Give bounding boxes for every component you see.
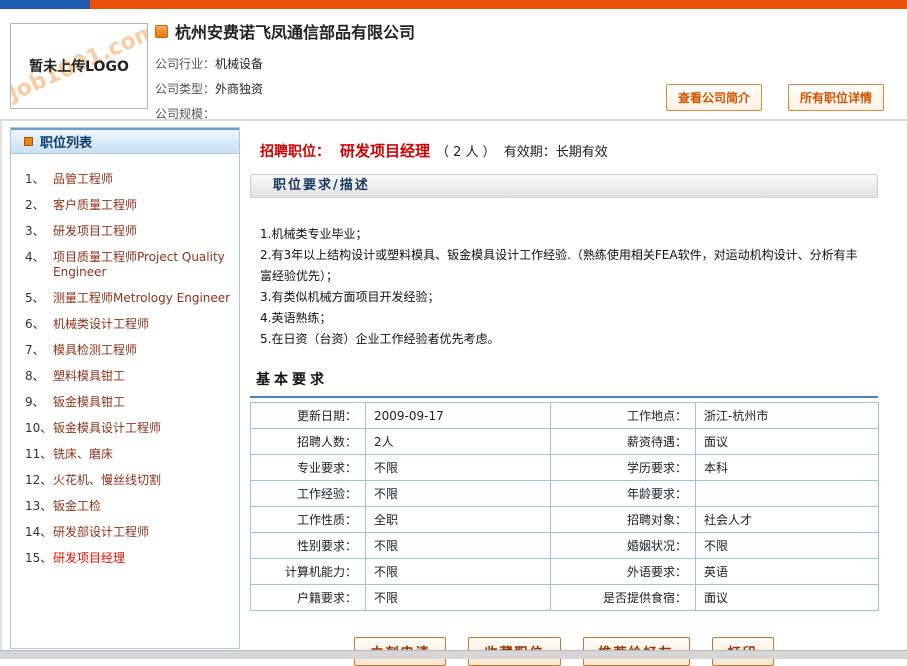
table-row: 性别要求： 不限 婚姻状况： 不限 xyxy=(251,533,879,559)
req-label: 年龄要求： xyxy=(551,481,696,507)
job-description-section-header: 职位要求/描述 xyxy=(250,174,878,198)
description-line: 4.英语熟练； xyxy=(260,308,868,329)
req-value: 不限 xyxy=(366,481,551,507)
sidebar-job-item-current[interactable]: 15、研发项目经理 xyxy=(25,546,231,572)
company-industry-value: 机械设备 xyxy=(215,57,263,71)
header-buttons: 查看公司简介 所有职位详情 xyxy=(666,84,884,111)
job-title: 研发项目经理 xyxy=(340,140,430,161)
job-headcount: （ 2 人 ） xyxy=(436,141,496,160)
table-row: 户籍要求： 不限 是否提供食宿： 面议 xyxy=(251,585,879,611)
company-type-row: 公司类型：外商独资 xyxy=(155,77,415,102)
job-list: 1、品管工程师 2、客户质量工程师 3、研发项目工程师 4、项目质量工程师Pro… xyxy=(11,154,239,572)
req-label: 婚姻状况： xyxy=(551,533,696,559)
company-logo-placeholder: Job1001.com 暂未上传LOGO xyxy=(10,23,148,109)
sidebar-job-item[interactable]: 7、模具检测工程师 xyxy=(25,338,231,364)
req-value: 2人 xyxy=(366,429,551,455)
company-industry-label: 公司行业： xyxy=(155,57,215,71)
req-value: 不限 xyxy=(366,533,551,559)
description-line: 5.在日资（台资）企业工作经验者优先考虑。 xyxy=(260,329,868,350)
company-name: 杭州安费诺飞凤通信部品有限公司 xyxy=(175,19,415,43)
top-bar-orange-segment xyxy=(90,0,907,9)
job-list-sidebar: 职位列表 1、品管工程师 2、客户质量工程师 3、研发项目工程师 4、项目质量工… xyxy=(10,127,240,649)
req-label: 是否提供食宿： xyxy=(551,585,696,611)
table-row: 工作经验： 不限 年龄要求： xyxy=(251,481,879,507)
sidebar-job-item[interactable]: 10、钣金模具设计工程师 xyxy=(25,416,231,442)
table-row: 工作性质： 全职 招聘对象： 社会人才 xyxy=(251,507,879,533)
req-label: 户籍要求： xyxy=(251,585,366,611)
sidebar-job-item[interactable]: 6、机械类设计工程师 xyxy=(25,312,231,338)
top-accent-bar xyxy=(0,0,907,9)
all-jobs-detail-button[interactable]: 所有职位详情 xyxy=(788,84,884,111)
table-row: 专业要求： 不限 学历要求： 本科 xyxy=(251,455,879,481)
req-value: 不限 xyxy=(366,585,551,611)
company-icon xyxy=(155,25,168,38)
sidebar-job-item[interactable]: 13、钣金工检 xyxy=(25,494,231,520)
basic-requirements-table: 更新日期： 2009-09-17 工作地点： 浙江-杭州市 招聘人数： 2人 薪… xyxy=(250,402,879,611)
req-value: 英语 xyxy=(696,559,879,585)
req-label: 工作地点： xyxy=(551,403,696,429)
req-value: 2009-09-17 xyxy=(366,403,551,429)
table-row: 更新日期： 2009-09-17 工作地点： 浙江-杭州市 xyxy=(251,403,879,429)
company-type-value: 外商独资 xyxy=(215,82,263,96)
req-value: 面议 xyxy=(696,585,879,611)
req-value: 不限 xyxy=(366,455,551,481)
view-company-profile-button[interactable]: 查看公司简介 xyxy=(666,84,762,111)
sidebar-job-item[interactable]: 4、项目质量工程师Project Quality Engineer xyxy=(25,245,231,286)
sidebar-job-item[interactable]: 14、研发部设计工程师 xyxy=(25,520,231,546)
req-value xyxy=(696,481,879,507)
horizontal-scrollbar[interactable] xyxy=(0,650,907,659)
req-value: 浙江-杭州市 xyxy=(696,403,879,429)
company-header: Job1001.com 暂未上传LOGO 杭州安费诺飞凤通信部品有限公司 公司行… xyxy=(0,9,907,121)
req-value: 全职 xyxy=(366,507,551,533)
req-label: 专业要求： xyxy=(251,455,366,481)
req-label: 学历要求： xyxy=(551,455,696,481)
sidebar-job-item[interactable]: 2、客户质量工程师 xyxy=(25,193,231,219)
logo-placeholder-text: 暂未上传LOGO xyxy=(29,56,129,76)
req-value: 不限 xyxy=(366,559,551,585)
sidebar-job-item[interactable]: 3、研发项目工程师 xyxy=(25,219,231,245)
company-scale-label: 公司规模： xyxy=(155,107,215,121)
sidebar-job-item[interactable]: 12、火花机、慢丝线切割 xyxy=(25,468,231,494)
sidebar-job-item[interactable]: 11、铣床、磨床 xyxy=(25,442,231,468)
req-value: 本科 xyxy=(696,455,879,481)
sidebar-job-item[interactable]: 5、测量工程师Metrology Engineer xyxy=(25,286,231,312)
req-label: 性别要求： xyxy=(251,533,366,559)
recruit-position-label: 招聘职位： xyxy=(260,141,330,161)
list-bullet-icon xyxy=(24,137,33,146)
basic-requirements-title: 基本要求 xyxy=(250,369,878,398)
table-row: 计算机能力： 不限 外语要求： 英语 xyxy=(251,559,879,585)
req-value: 面议 xyxy=(696,429,879,455)
table-row: 招聘人数： 2人 薪资待遇： 面议 xyxy=(251,429,879,455)
req-value: 社会人才 xyxy=(696,507,879,533)
validity-value: 长期有效 xyxy=(556,141,608,160)
description-line: 3.有类似机械方面项目开发经验； xyxy=(260,287,868,308)
req-label: 外语要求： xyxy=(551,559,696,585)
req-label: 工作性质： xyxy=(251,507,366,533)
job-detail-panel: 招聘职位： 研发项目经理 （ 2 人 ） 有效期： 长期有效 职位要求/描述 1… xyxy=(250,140,878,666)
company-info: 杭州安费诺飞凤通信部品有限公司 公司行业：机械设备 公司类型：外商独资 公司规模… xyxy=(155,19,415,127)
sidebar-job-item[interactable]: 1、品管工程师 xyxy=(25,167,231,193)
top-bar-blue-segment xyxy=(0,0,90,9)
req-label: 工作经验： xyxy=(251,481,366,507)
company-scale-row: 公司规模： xyxy=(155,102,415,127)
description-line: 2.有3年以上结构设计或塑料模具、钣金模具设计工作经验.（熟练使用相关FEA软件… xyxy=(260,245,868,287)
description-line: 1.机械类专业毕业； xyxy=(260,224,868,245)
job-list-header: 职位列表 xyxy=(11,128,239,154)
company-type-label: 公司类型： xyxy=(155,82,215,96)
sidebar-job-item[interactable]: 9、钣金模具钳工 xyxy=(25,390,231,416)
sidebar-job-item[interactable]: 8、塑料模具钳工 xyxy=(25,364,231,390)
company-industry-row: 公司行业：机械设备 xyxy=(155,52,415,77)
req-value: 不限 xyxy=(696,533,879,559)
job-list-title: 职位列表 xyxy=(40,132,92,151)
req-label: 招聘人数： xyxy=(251,429,366,455)
req-label: 更新日期： xyxy=(251,403,366,429)
req-label: 招聘对象： xyxy=(551,507,696,533)
job-description: 1.机械类专业毕业； 2.有3年以上结构设计或塑料模具、钣金模具设计工作经验.（… xyxy=(250,224,878,350)
req-label: 计算机能力： xyxy=(251,559,366,585)
req-label: 薪资待遇： xyxy=(551,429,696,455)
validity-label: 有效期： xyxy=(504,141,556,160)
job-headline: 招聘职位： 研发项目经理 （ 2 人 ） 有效期： 长期有效 xyxy=(250,140,878,161)
